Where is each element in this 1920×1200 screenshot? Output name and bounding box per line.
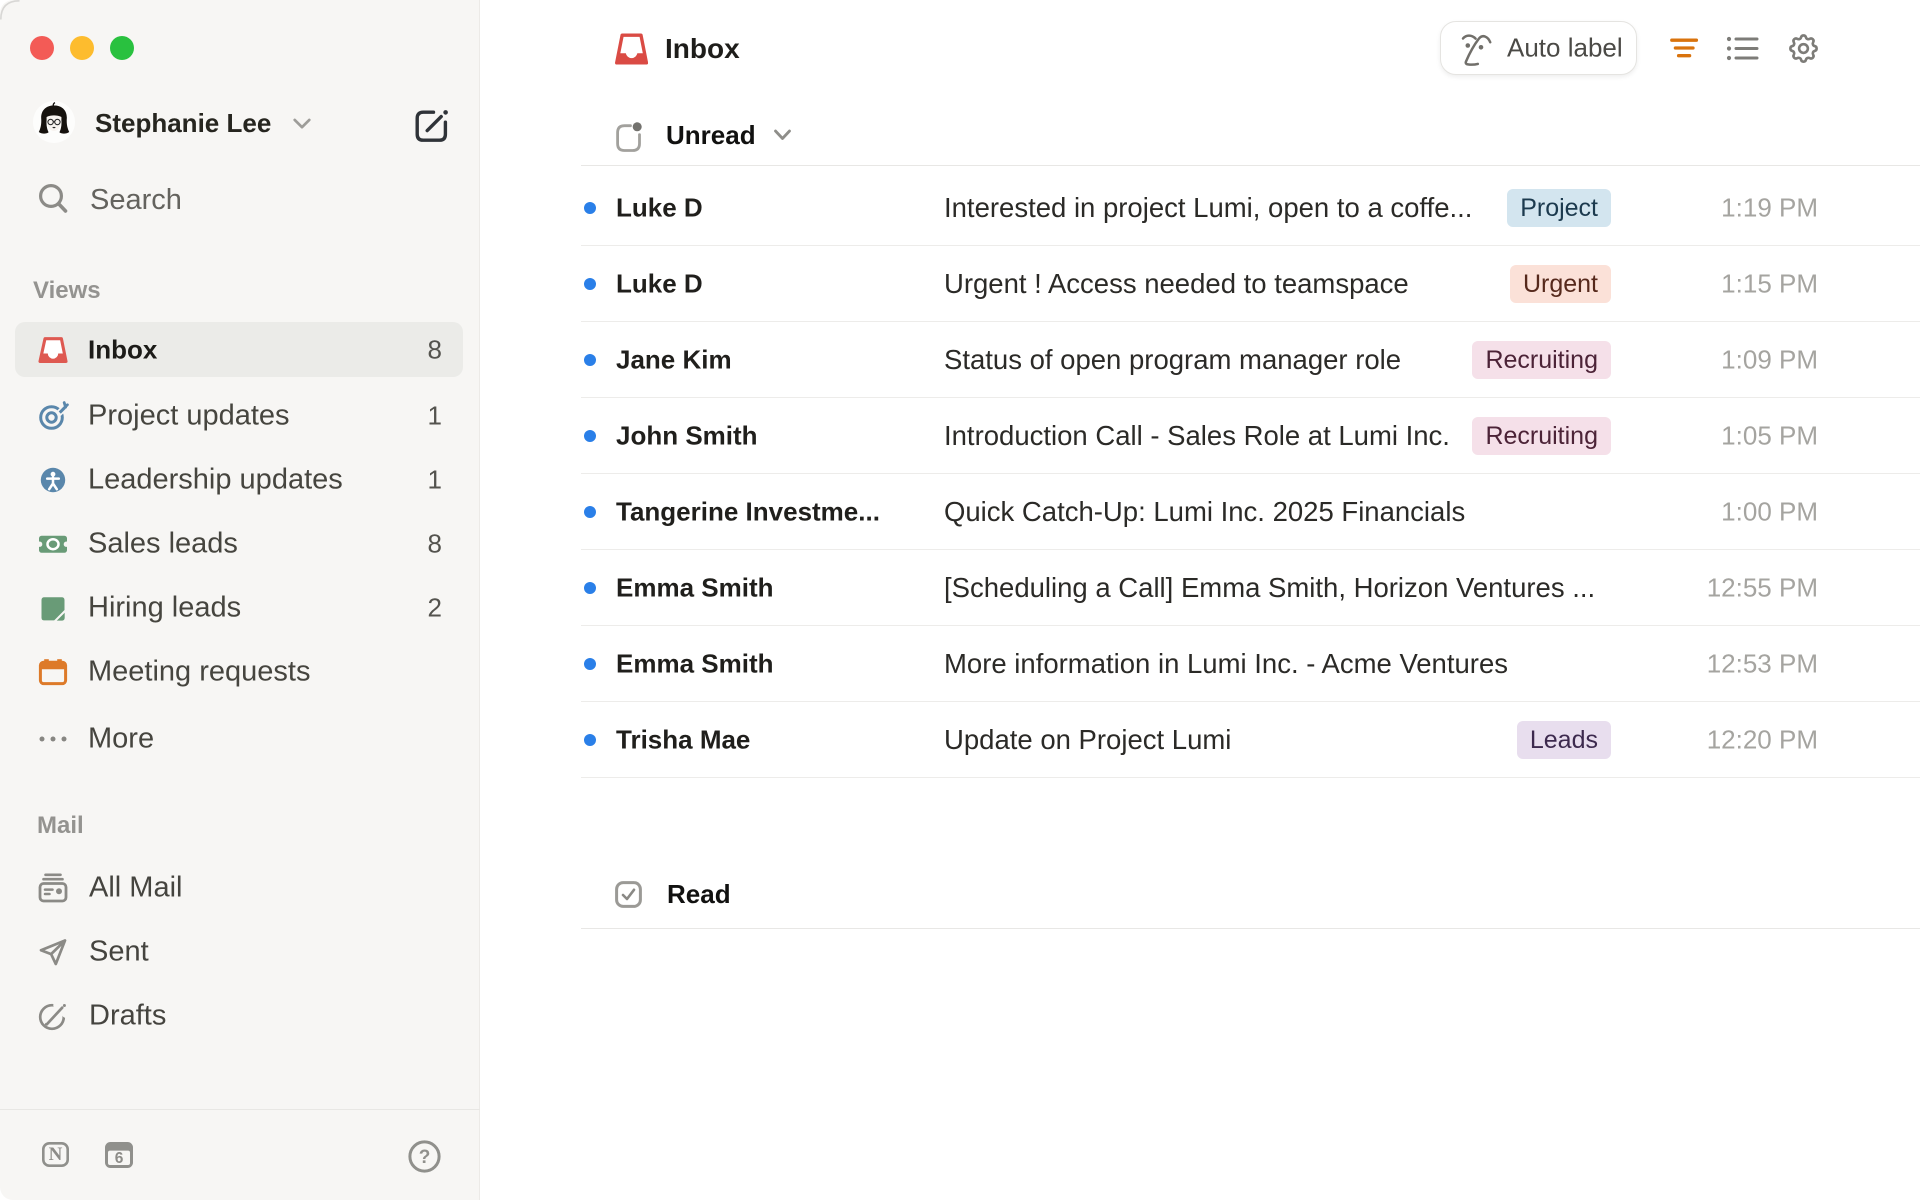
svg-text:?: ?: [419, 1147, 431, 1168]
svg-text:6: 6: [115, 1150, 124, 1167]
svg-text:N: N: [49, 1144, 63, 1165]
